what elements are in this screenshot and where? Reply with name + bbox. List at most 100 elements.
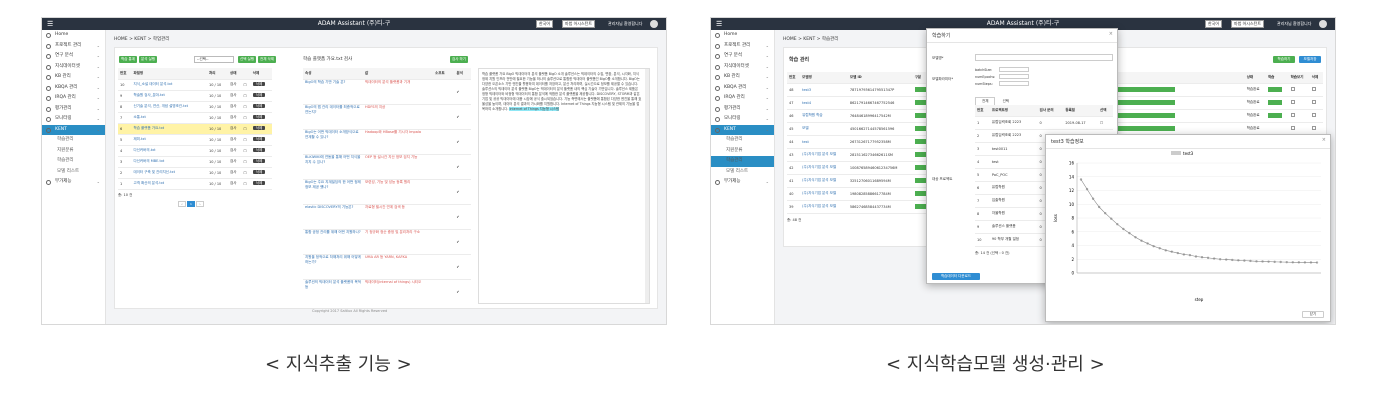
delete-all-button[interactable]: 전체 삭제 (258, 56, 276, 63)
tab-all[interactable]: 전체 (975, 97, 996, 105)
close-icon[interactable]: × (1322, 137, 1326, 143)
table-cell[interactable]: 신기술 분석, 연산, 개념 설명조건.txt (131, 101, 207, 113)
sidebar-item[interactable]: 연구 분석 ⌄ (711, 51, 774, 62)
view-icon[interactable] (1290, 87, 1295, 91)
sidebar-item[interactable]: 학습관리 (42, 135, 105, 146)
view-icon[interactable] (1290, 100, 1295, 104)
table-cell[interactable]: (주)지식기업 분석 모델 (800, 161, 848, 175)
delete-button[interactable]: 삭제 (252, 137, 266, 141)
view-icon[interactable] (1290, 113, 1295, 117)
assistant-select[interactable]: 마법 어시스턴트 (562, 20, 596, 28)
sidebar-item[interactable]: 프로젝트 관리 ⌄ (711, 41, 774, 52)
inspect-button[interactable]: 검사 하기 (450, 56, 468, 63)
row-checkbox[interactable]: ✔ (454, 129, 471, 155)
page-next[interactable]: › (196, 201, 204, 207)
sidebar-item[interactable]: 모델 리스트 (42, 167, 105, 178)
delete-button[interactable]: 삭제 (252, 148, 266, 152)
row-checkbox[interactable]: ☐ (241, 90, 251, 102)
delete-button[interactable]: 삭제 (252, 159, 266, 163)
filter-select[interactable]: --선택-- (194, 56, 234, 63)
sidebar-item[interactable]: 지식데이터셋 ⌄ (711, 62, 774, 73)
row-checkbox[interactable]: ✔ (454, 79, 471, 105)
sidebar-item[interactable]: 학습관리 (42, 156, 105, 167)
table-cell[interactable]: 학습 플랫폼 가요.txt (131, 123, 207, 135)
learn-stats-button[interactable]: 학습 통계 (119, 56, 137, 63)
table-cell[interactable]: (주)지식기업 분석 모델 (800, 200, 848, 214)
learn-badge[interactable] (1267, 99, 1282, 105)
delete-button[interactable]: 삭제 (252, 93, 266, 97)
language-select[interactable]: 한국어 (1205, 20, 1223, 28)
row-checkbox[interactable]: ☐ (241, 134, 251, 146)
table-row[interactable]: 5 제미.txt 10 / 10 검사 ☐ 삭제 (118, 134, 272, 146)
table-cell[interactable]: 유럽학원 학습 (800, 109, 848, 123)
table-cell[interactable]: 제미.txt (131, 134, 207, 146)
table-row[interactable]: 1 고객 확산의 분석.txt 10 / 10 검사 ☐ 삭제 (118, 178, 272, 190)
sidebar-item[interactable]: KENT ⌄ (711, 124, 774, 135)
row-checkbox[interactable]: ☐ (241, 145, 251, 157)
table-cell[interactable]: test (800, 135, 848, 149)
table-row[interactable]: 10 지식_소설 데이터 분석.txt 10 / 10 검사 ☐ 삭제 (118, 79, 272, 91)
table-row[interactable]: 2 데이터 구축 및 관리지신.txt 10 / 10 검사 ☐ 삭제 (118, 167, 272, 179)
table-cell[interactable]: test3 (800, 83, 848, 97)
row-checkbox[interactable]: ✔ (454, 104, 471, 130)
table-row[interactable]: 9 학술원 검사_분야.txt 10 / 10 검사 ☐ 삭제 (118, 90, 272, 102)
table-cell[interactable]: 모델 (800, 122, 848, 136)
row-checkbox[interactable]: ☐ (241, 101, 251, 113)
sidebar-item[interactable]: 평가관리 ⌄ (42, 104, 105, 115)
train-button[interactable]: 학습하기 (1273, 56, 1295, 63)
sidebar-item[interactable]: 지원분류 (711, 146, 774, 157)
view-icon[interactable] (1290, 126, 1295, 130)
row-checkbox[interactable]: ✔ (454, 229, 471, 255)
row-checkbox[interactable]: ✔ (454, 279, 471, 304)
delete-button[interactable]: 삭제 (252, 126, 266, 130)
sidebar-item[interactable]: 학습관리 (711, 135, 774, 146)
sidebar-item[interactable]: 평가관리 ⌄ (711, 104, 774, 115)
param-input[interactable] (999, 81, 1029, 86)
assistant-select[interactable]: 마법 어시스턴트 (1231, 20, 1265, 28)
row-checkbox[interactable]: ☐ (241, 79, 251, 91)
param-input[interactable] (999, 74, 1029, 79)
table-cell[interactable]: 학술원 검사_분야.txt (131, 90, 207, 102)
table-row[interactable]: 6 학습 플랫폼 가요.txt 10 / 10 검사 ☐ 삭제 (118, 123, 272, 135)
language-select[interactable]: 한국어 (536, 20, 554, 28)
sidebar-item[interactable]: Home (711, 30, 774, 41)
sidebar-item[interactable]: IRQA 관리 ⌄ (42, 93, 105, 104)
row-checkbox[interactable]: ☐ (241, 123, 251, 135)
table-cell[interactable]: (주)지식기업 분석 모델 (800, 174, 848, 188)
sidebar-item[interactable]: KBQA 관리 ⌄ (42, 83, 105, 94)
delete-icon[interactable] (1311, 100, 1316, 104)
delete-button[interactable]: 삭제 (252, 115, 266, 119)
sidebar-item[interactable]: 학습관리 (711, 156, 774, 167)
sidebar-item[interactable]: IRQA 관리 ⌄ (711, 93, 774, 104)
table-cell[interactable]: 소통.txt (131, 112, 207, 124)
table-cell[interactable]: 지식_소설 데이터 분석.txt (131, 79, 207, 91)
user-avatar-icon[interactable] (1319, 20, 1327, 28)
learn-badge[interactable] (1267, 86, 1282, 92)
download-button[interactable]: 학습데이터 다운로드 (932, 273, 980, 280)
delete-icon[interactable] (1311, 126, 1316, 130)
table-cell[interactable]: 데이터 구축 및 관리지신.txt (131, 167, 207, 179)
row-checkbox[interactable]: ✔ (454, 254, 471, 280)
model-name-input[interactable] (975, 54, 1113, 61)
table-row[interactable]: 4 다신커버의.txt 10 / 10 검사 ☐ 삭제 (118, 145, 272, 157)
page-prev[interactable]: ‹ (178, 201, 186, 207)
sidebar-item[interactable]: 연구 분석 ⌄ (42, 51, 105, 62)
run-analysis-button[interactable]: 분석 실행 (139, 56, 157, 63)
sidebar-item[interactable]: KENT ⌄ (42, 124, 105, 135)
table-cell[interactable]: 고객 확산의 분석.txt (131, 178, 207, 190)
table-row[interactable]: 3 다신커버의 MBE.txt 10 / 10 검사 ☐ 삭제 (118, 156, 272, 168)
page-1[interactable]: 1 (187, 201, 195, 207)
sidebar-item[interactable]: 부가제능 ⌄ (711, 177, 774, 188)
sidebar-item[interactable]: KBQA 관리 ⌄ (711, 83, 774, 94)
delete-button[interactable]: 삭제 (252, 181, 266, 185)
row-checkbox[interactable]: ☐ (241, 178, 251, 190)
user-avatar-icon[interactable] (650, 20, 658, 28)
table-row[interactable]: 7 소통.txt 10 / 10 검사 ☐ 삭제 (118, 112, 272, 124)
table-cell[interactable]: 다신커버의.txt (131, 145, 207, 157)
sidebar-item[interactable]: 모니터링 ⌄ (42, 114, 105, 125)
table-cell[interactable]: 다신커버의 MBE.txt (131, 156, 207, 168)
table-row[interactable]: 1 유럽입력조회 2223 0 2019-08-17 ☐ (975, 116, 1113, 130)
delete-icon[interactable] (1311, 113, 1316, 117)
tab-selected[interactable]: 선택 (997, 98, 1015, 105)
row-checkbox[interactable]: ☐ (241, 156, 251, 168)
